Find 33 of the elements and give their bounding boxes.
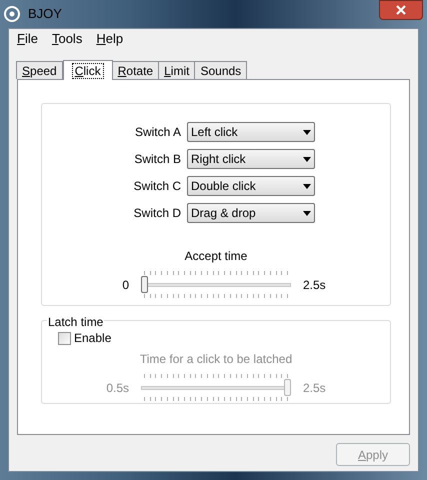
checkbox-label: Enable	[74, 330, 112, 348]
dropdown[interactable]: Left click	[187, 122, 315, 142]
tab[interactable]: Click	[62, 60, 113, 80]
dropdown-arrow-icon	[303, 210, 311, 216]
slider-min-label: 0	[121, 277, 129, 294]
dropdown[interactable]: Drag & drop	[187, 203, 315, 223]
switch-label: Switch C	[132, 178, 181, 195]
dropdown-arrow-icon	[303, 184, 311, 188]
latch-title: Time for a click to be latched	[140, 351, 292, 368]
switch-label: Switch A	[134, 124, 181, 141]
dropdown[interactable]: Right click	[187, 149, 315, 169]
close-icon	[396, 5, 406, 15]
slider[interactable]	[141, 271, 291, 299]
switch-label: Switch B	[133, 151, 181, 168]
tab[interactable]: Limit	[158, 61, 196, 79]
slider-max-label: 2.5s	[303, 380, 327, 398]
dropdown[interactable]: Double click	[187, 176, 315, 196]
menu-item[interactable]: Tools	[52, 29, 82, 49]
dropdown-arrow-icon	[303, 130, 311, 134]
tab[interactable]: Sounds	[194, 61, 248, 79]
slider-min-label: 0.5s	[105, 380, 129, 398]
close-button[interactable]	[379, 0, 423, 20]
switch-label: Switch D	[132, 205, 181, 222]
accept-time-title: Accept time	[184, 248, 248, 265]
dropdown-arrow-icon	[303, 156, 311, 162]
tab[interactable]: Rotate	[112, 61, 160, 79]
tab[interactable]: Speed	[16, 61, 63, 79]
window-title: BJOY	[28, 5, 62, 24]
app-icon	[4, 6, 20, 22]
menu-item[interactable]: File	[17, 29, 38, 49]
menu-item[interactable]: Help	[96, 29, 124, 49]
slider-thumb[interactable]	[141, 276, 148, 293]
slider-max-label: 2.5s	[303, 277, 327, 294]
